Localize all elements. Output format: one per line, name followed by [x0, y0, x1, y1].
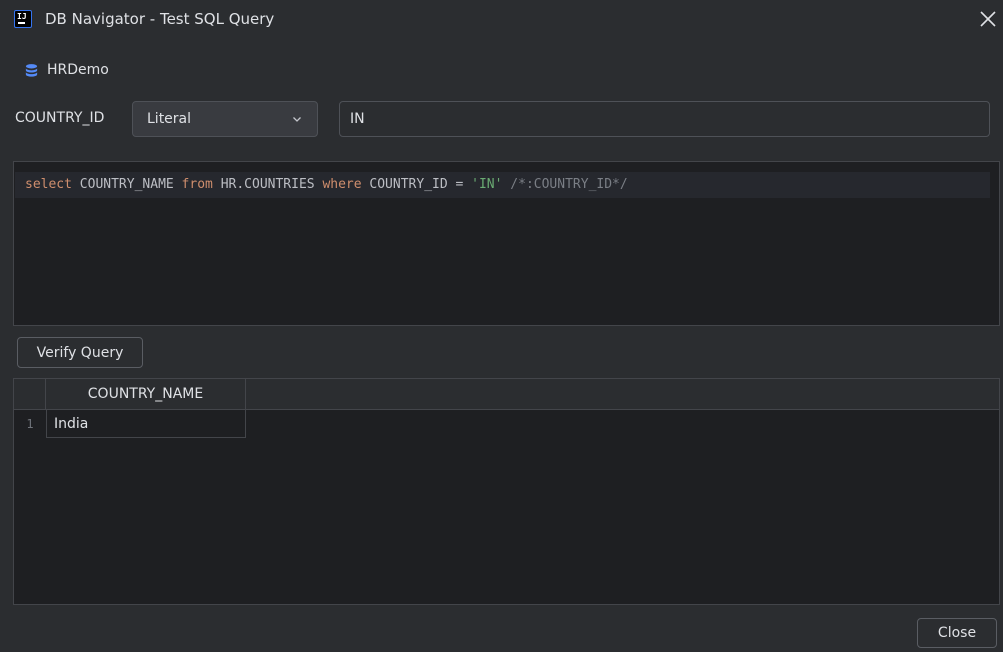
string-literal: 'IN' [471, 177, 503, 192]
parameter-value-input[interactable] [339, 101, 990, 137]
parameter-type-select[interactable]: Literal [132, 101, 318, 137]
column-header-country-name[interactable]: COUNTRY_NAME [46, 379, 246, 410]
keyword-select: select [25, 177, 80, 192]
parameter-type-value: Literal [147, 111, 192, 127]
parameter-comment: /*:COUNTRY_ID*/ [510, 177, 628, 192]
where-condition: COUNTRY_ID = [369, 177, 472, 192]
intellij-app-icon: IJ [14, 10, 32, 28]
chevron-down-icon [293, 117, 301, 122]
close-button[interactable]: Close [917, 618, 997, 648]
window-title: DB Navigator - Test SQL Query [45, 10, 275, 28]
database-icon [25, 63, 38, 77]
sql-editor[interactable]: select COUNTRY_NAME from HR.COUNTRIES wh… [13, 161, 1000, 326]
row-number: 1 [26, 417, 34, 431]
parameter-name-label: COUNTRY_ID [15, 110, 105, 126]
test-sql-query-dialog: IJ DB Navigator - Test SQL Query HRDemo … [0, 0, 1003, 652]
connection-label: HRDemo [24, 60, 109, 80]
close-icon[interactable] [978, 9, 998, 29]
results-header: COUNTRY_NAME [14, 379, 999, 410]
verify-query-button[interactable]: Verify Query [17, 337, 143, 368]
table-name: HR.COUNTRIES [220, 177, 323, 192]
title-bar: IJ DB Navigator - Test SQL Query [0, 0, 1003, 38]
editor-current-line[interactable]: select COUNTRY_NAME from HR.COUNTRIES wh… [15, 172, 990, 198]
keyword-where: where [322, 177, 370, 192]
table-cell[interactable]: India [46, 410, 246, 438]
select-columns: COUNTRY_NAME [79, 177, 182, 192]
results-grid[interactable]: COUNTRY_NAME 1 India [13, 378, 1000, 605]
row-number-header [14, 379, 46, 410]
connection-name: HRDemo [47, 62, 109, 78]
keyword-from: from [181, 177, 221, 192]
